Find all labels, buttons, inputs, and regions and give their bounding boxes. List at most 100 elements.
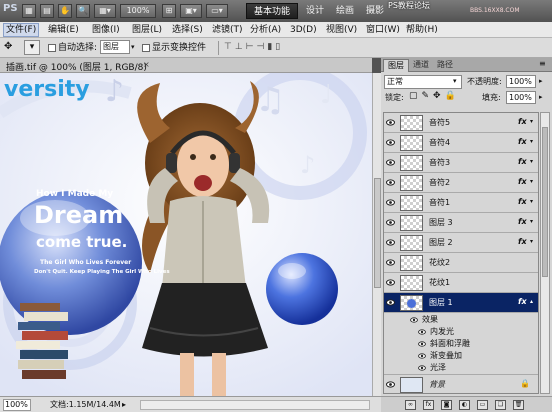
workspace-painting[interactable]: 绘画 [336,3,354,19]
eye-icon[interactable] [386,139,395,146]
horizontal-scrollbar[interactable] [140,400,370,410]
effect-item[interactable]: 光泽 [384,362,538,374]
background-layer-row[interactable]: 背景 🔒 [384,374,538,393]
eye-icon[interactable] [386,159,395,166]
group-icon[interactable]: ▭ [477,400,488,410]
eye-icon[interactable] [386,179,395,186]
tool-preset-picker[interactable]: ▾ [24,40,40,55]
layer-row-selected[interactable]: 图层 1 fx ▴ [384,293,538,313]
fx-icon[interactable]: fx [518,297,527,306]
new-layer-icon[interactable]: ❏ [495,400,506,410]
eye-icon[interactable] [386,279,395,286]
workspace-design[interactable]: 设计 [306,3,324,19]
screen-mode-menu[interactable]: ▭▾ [206,4,228,18]
document-canvas[interactable]: ♪ ♫ ♩ ♪ versity How I Made My Dream come… [0,73,372,396]
arrange-icon[interactable]: ⊞ [162,4,176,18]
arrange-documents-menu[interactable]: ▣▾ [180,4,202,18]
fx-icon[interactable]: fx [518,197,527,206]
effect-item[interactable]: 斜面和浮雕 [384,338,538,350]
hand-icon[interactable]: ✋ [58,4,72,18]
chevron-down-icon[interactable]: ▾ [131,43,135,51]
auto-select-checkbox[interactable] [48,44,56,52]
layer-row[interactable]: 花纹1 [384,273,538,293]
eye-icon[interactable] [386,381,395,388]
layer-row[interactable]: 图层 2 fx ▾ [384,233,538,253]
move-tool-icon[interactable]: ✥ [4,41,12,52]
trash-icon[interactable]: 🗑 [513,400,524,410]
tab-layers[interactable]: 图层 [383,59,409,72]
fx-icon[interactable]: fx [518,237,527,246]
chevron-down-icon[interactable]: ▾ [530,198,533,205]
menu-select[interactable]: 选择(S) [172,24,203,36]
eye-icon[interactable] [386,119,395,126]
layer-row[interactable]: 音符3 fx ▾ [384,153,538,173]
layer-row[interactable]: 音符4 fx ▾ [384,133,538,153]
view-extras-menu[interactable]: ▦▾ [94,4,116,18]
vertical-scrollbar[interactable] [372,73,381,396]
menu-image[interactable]: 图像(I) [92,24,120,36]
menu-help[interactable]: 帮助(H) [406,24,438,36]
menu-filter[interactable]: 滤镜(T) [212,24,243,36]
eye-icon[interactable] [386,239,395,246]
fx-icon[interactable]: fx [518,157,527,166]
blend-mode-dropdown[interactable]: 正常 [384,75,462,89]
menu-file[interactable]: 文件(F) [3,23,40,37]
chevron-down-icon[interactable]: ▾ [530,178,533,185]
chevron-down-icon[interactable]: ▾ [453,77,457,85]
workspace-photography[interactable]: 摄影 [366,3,384,19]
menu-view[interactable]: 视图(V) [326,24,357,36]
eye-icon[interactable] [418,365,426,371]
chevron-right-icon[interactable]: ▸ [539,93,543,101]
eye-icon[interactable] [410,317,418,323]
chevron-down-icon[interactable]: ▾ [530,218,533,225]
zoom-level-select[interactable]: 100% [120,4,156,18]
menu-layer[interactable]: 图层(L) [132,24,162,36]
panel-menu-icon[interactable]: ≡ [539,59,546,68]
chevron-down-icon[interactable]: ▾ [530,238,533,245]
chevron-down-icon[interactable]: ▾ [530,138,533,145]
fx-icon[interactable]: fx [518,117,527,126]
effect-item[interactable]: 渐变叠加 [384,350,538,362]
fx-add-icon[interactable]: fx [423,400,434,410]
workspace-essentials[interactable]: 基本功能 [246,3,298,19]
opacity-input[interactable]: 100% [506,75,536,88]
tab-channels[interactable]: 通道 [409,59,433,72]
chevron-right-icon[interactable]: ▸ [539,77,543,85]
close-icon[interactable]: × [143,60,150,69]
chevron-right-icon[interactable]: ▸ [122,400,126,409]
show-transform-checkbox[interactable] [142,44,150,52]
minibridge-icon[interactable]: ▤ [40,4,54,18]
fx-icon[interactable]: fx [518,137,527,146]
menu-edit[interactable]: 编辑(E) [48,24,79,36]
scroll-thumb[interactable] [374,178,381,288]
menu-window[interactable]: 窗口(W) [366,24,400,36]
eye-icon[interactable] [386,259,395,266]
eye-icon[interactable] [418,341,426,347]
lock-icons[interactable]: ▢✎✥🔒 [409,91,460,101]
chevron-down-icon[interactable]: ▾ [530,158,533,165]
menu-analysis[interactable]: 分析(A) [250,24,281,36]
zoom-field[interactable]: 100% [3,399,31,411]
layer-row[interactable]: 音符2 fx ▾ [384,173,538,193]
auto-select-dropdown[interactable]: 图层 [100,40,130,54]
menu-3d[interactable]: 3D(D) [290,24,317,36]
layer-row[interactable]: 音符5 fx ▾ [384,113,538,133]
fx-icon[interactable]: fx [518,177,527,186]
layer-row[interactable]: 音符1 fx ▾ [384,193,538,213]
fill-input[interactable]: 100% [506,91,536,104]
scroll-thumb[interactable] [542,127,548,277]
tab-paths[interactable]: 路径 [433,59,457,72]
eye-icon[interactable] [386,219,395,226]
layer-row[interactable]: 图层 3 fx ▾ [384,213,538,233]
fx-icon[interactable]: fx [518,217,527,226]
eye-icon[interactable] [386,199,395,206]
eye-icon[interactable] [418,353,426,359]
layer-row[interactable]: 花纹2 [384,253,538,273]
document-tab[interactable]: 插画.tif @ 100% (图层 1, RGB/8) × [0,58,372,73]
eye-icon[interactable] [386,299,395,306]
panel-scrollbar[interactable] [540,112,550,394]
effects-header[interactable]: 效果 [384,314,538,326]
eye-icon[interactable] [418,329,426,335]
link-icon[interactable]: ∞ [405,400,416,410]
chevron-down-icon[interactable]: ▾ [530,118,533,125]
